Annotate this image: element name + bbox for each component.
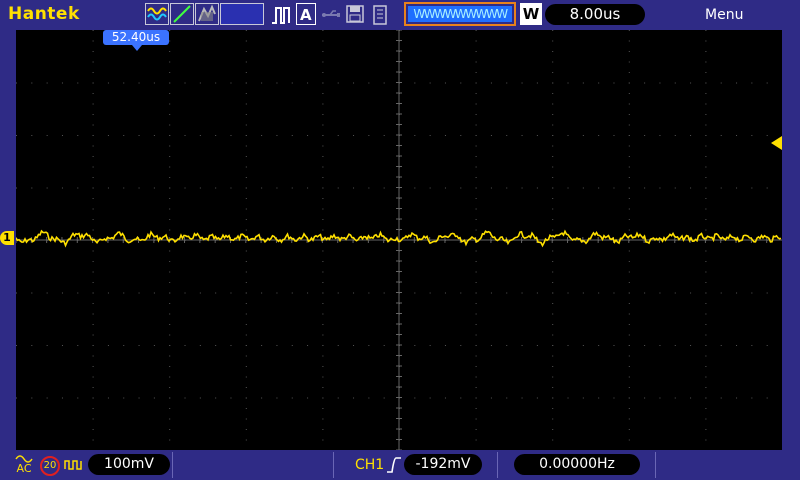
- ch1-volts-div-display[interactable]: 100mV: [88, 454, 170, 475]
- blank-status-box: [220, 3, 264, 25]
- persistence-icon[interactable]: [195, 3, 219, 25]
- math-waveform-icon[interactable]: [145, 3, 169, 25]
- oscilloscope-screen[interactable]: [16, 30, 782, 450]
- memory-depth-indicator[interactable]: WWWWWWWWW: [404, 2, 516, 26]
- auto-mode-icon[interactable]: A: [296, 3, 316, 25]
- memory-icon: [370, 4, 390, 30]
- timebase-display[interactable]: 8.00us: [545, 4, 645, 25]
- ch1-waveform-line: [16, 229, 782, 248]
- bottom-bar: AC 20 100mV CH1 -192mV 0.00000Hz: [0, 450, 800, 480]
- coupling-label: AC: [16, 462, 32, 475]
- frequency-counter-display: 0.00000Hz: [514, 454, 640, 475]
- divider: [497, 452, 498, 478]
- trigger-source-label[interactable]: CH1: [355, 457, 384, 473]
- pulse-trigger-icon[interactable]: [270, 4, 292, 30]
- trigger-level-arrow-icon[interactable]: [771, 136, 782, 150]
- ac-coupling-icon[interactable]: AC: [14, 453, 34, 477]
- divider: [172, 452, 173, 478]
- brand-logo: Hantek: [8, 4, 80, 24]
- divider: [333, 452, 334, 478]
- ch1-trace: [16, 229, 782, 248]
- probe-icon: [64, 457, 84, 477]
- menu-button[interactable]: Menu: [705, 7, 743, 23]
- mode-indicator: W: [520, 3, 542, 25]
- trigger-level-display[interactable]: -192mV: [404, 454, 482, 475]
- top-bar: Hantek A WWWWWWWWW W 8.00us Menu: [0, 0, 800, 30]
- bandwidth-limit-badge[interactable]: 20: [40, 456, 60, 476]
- memory-depth-waveform: WWWWWWWWW: [408, 6, 512, 22]
- svg-text:A: A: [300, 6, 312, 24]
- ch1-ground-marker[interactable]: 1: [0, 231, 14, 245]
- usb-icon: [320, 6, 342, 28]
- trigger-position-marker[interactable]: 52.40us: [103, 30, 169, 45]
- save-icon[interactable]: [345, 4, 365, 28]
- ramp-waveform-icon[interactable]: [170, 3, 194, 25]
- trigger-position-arrow-icon: [132, 45, 142, 51]
- rising-edge-icon: [386, 456, 402, 478]
- divider: [655, 452, 656, 478]
